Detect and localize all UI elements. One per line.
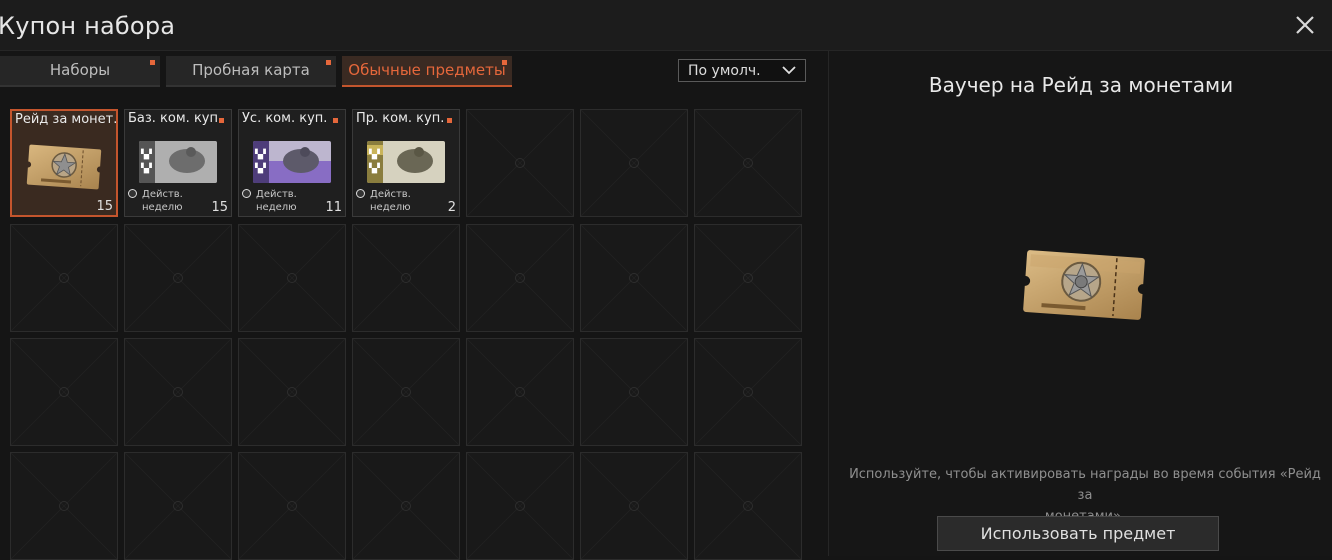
tab-label: Наборы: [49, 61, 111, 79]
item-detail-panel: Ваучер на Рейд за монетами Используйте, …: [828, 51, 1332, 556]
empty-slot: [238, 338, 346, 446]
empty-slot: [466, 224, 574, 332]
tab-label: Обычные предметы: [348, 61, 506, 79]
sort-selected-value: По умолч.: [688, 63, 761, 79]
basic-team-coupon-icon: ▚▞ ▚▞: [139, 141, 217, 183]
tab-sets[interactable]: Наборы: [0, 56, 160, 87]
item-name: Баз. ком. куп.: [128, 111, 223, 126]
svg-text:▚▞: ▚▞: [368, 148, 380, 160]
new-indicator-dot: [333, 118, 338, 123]
item-quantity: 11: [325, 200, 342, 215]
svg-text:▚▞: ▚▞: [254, 148, 266, 160]
item-slot-premium-team-coupon[interactable]: Пр. ком. куп. ▚▞ ▚▞ Действ. неделю 2: [352, 109, 460, 217]
empty-slot: [466, 109, 574, 217]
empty-slot: [466, 338, 574, 446]
close-icon[interactable]: [1294, 14, 1316, 36]
clock-icon: [356, 189, 365, 198]
premium-team-coupon-icon: ▚▞ ▚▞: [367, 141, 445, 183]
empty-slot: [580, 109, 688, 217]
empty-slot: [10, 224, 118, 332]
detail-title: Ваучер на Рейд за монетами: [928, 73, 1234, 97]
clock-icon: [128, 189, 137, 198]
clock-icon: [242, 189, 251, 198]
svg-text:▚▞: ▚▞: [254, 162, 266, 174]
new-indicator-dot: [326, 60, 331, 65]
chevron-down-icon: [782, 66, 796, 75]
empty-slot: [238, 224, 346, 332]
sort-dropdown[interactable]: По умолч.: [678, 59, 806, 82]
advanced-team-coupon-icon: ▚▞ ▚▞: [253, 141, 331, 183]
empty-slot: [694, 224, 802, 332]
empty-slot: [10, 452, 118, 560]
item-name: Ус. ком. куп.: [242, 111, 328, 126]
empty-slot: [352, 452, 460, 560]
empty-slot: [580, 338, 688, 446]
item-name: Рейд за монет.: [15, 112, 118, 127]
validity-text: Действ. неделю: [242, 188, 297, 214]
window-title: Купон набора: [0, 12, 176, 40]
empty-slot: [694, 109, 802, 217]
tab-trial-card[interactable]: Пробная карта: [166, 56, 336, 87]
item-name: Пр. ком. куп.: [356, 111, 445, 126]
svg-text:▚▞: ▚▞: [140, 148, 152, 160]
item-slot-basic-team-coupon[interactable]: Баз. ком. куп. ▚▞ ▚▞ Действ. неделю 15: [124, 109, 232, 217]
new-indicator-dot: [502, 60, 507, 65]
coin-raid-voucher-icon: [25, 144, 103, 190]
empty-slot: [580, 452, 688, 560]
empty-slot: [124, 452, 232, 560]
item-slot-advanced-team-coupon[interactable]: Ус. ком. куп. ▚▞ ▚▞ Действ. неделю 11: [238, 109, 346, 217]
empty-slot: [466, 452, 574, 560]
coin-raid-voucher-icon: [1020, 250, 1148, 320]
empty-slot: [124, 338, 232, 446]
validity-text: Действ. неделю: [128, 188, 183, 214]
svg-text:▚▞: ▚▞: [140, 162, 152, 174]
use-item-button[interactable]: Использовать предмет: [937, 516, 1219, 551]
empty-slot: [124, 224, 232, 332]
validity-text: Действ. неделю: [356, 188, 411, 214]
window-titlebar: Купон набора: [0, 0, 1332, 51]
empty-slot: [694, 338, 802, 446]
empty-slot: [352, 224, 460, 332]
new-indicator-dot: [219, 118, 224, 123]
svg-text:▚▞: ▚▞: [368, 162, 380, 174]
tab-label: Пробная карта: [192, 61, 310, 79]
new-indicator-dot: [150, 60, 155, 65]
tab-regular-items[interactable]: Обычные предметы: [342, 56, 512, 87]
empty-slot: [352, 338, 460, 446]
item-quantity: 15: [96, 199, 113, 214]
empty-slot: [10, 338, 118, 446]
empty-slot: [694, 452, 802, 560]
item-quantity: 15: [211, 200, 228, 215]
item-slot-coin-raid[interactable]: Рейд за монет. 15: [10, 109, 118, 217]
empty-slot: [238, 452, 346, 560]
new-indicator-dot: [447, 118, 452, 123]
item-quantity: 2: [447, 200, 456, 215]
empty-slot: [580, 224, 688, 332]
